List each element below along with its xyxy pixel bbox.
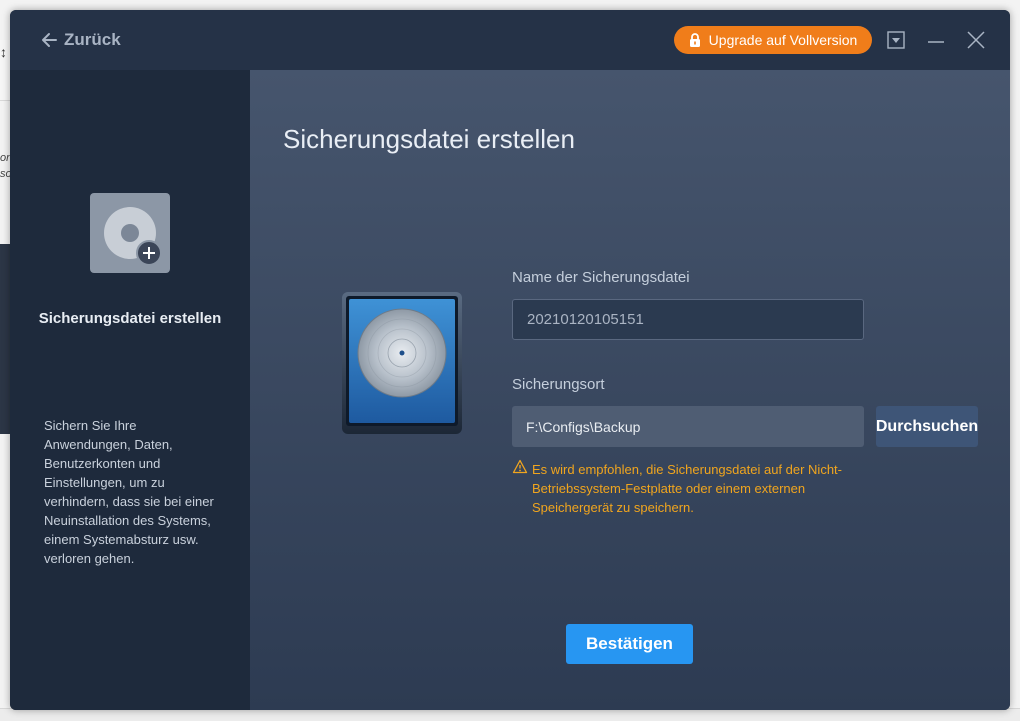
- backup-file-icon: [90, 193, 170, 273]
- dropdown-icon[interactable]: [886, 30, 906, 50]
- back-button[interactable]: Zurück: [40, 28, 121, 52]
- sidebar-title: Sicherungsdatei erstellen: [38, 310, 222, 327]
- title-bar: Zurück Upgrade auf Vollversion: [10, 10, 1010, 70]
- upgrade-label: Upgrade auf Vollversion: [708, 32, 858, 48]
- backup-name-label: Name der Sicherungsdatei: [512, 269, 690, 286]
- backup-name-input[interactable]: [512, 299, 864, 340]
- close-icon[interactable]: [966, 30, 986, 50]
- main-content: Sicherungsdatei erstellen Name der Siche…: [250, 70, 1010, 710]
- warning-text: Es wird empfohlen, die Sicherungsdatei a…: [532, 462, 842, 515]
- backup-location-label: Sicherungsort: [512, 376, 605, 393]
- disk-icon: [342, 292, 462, 434]
- back-arrow-icon: [42, 33, 57, 47]
- confirm-button[interactable]: Bestätigen: [566, 624, 693, 664]
- background-panel: [0, 244, 10, 434]
- warning-icon: [512, 459, 528, 474]
- sidebar-description: Sichern Sie Ihre Anwendungen, Daten, Ben…: [44, 418, 214, 566]
- browse-button[interactable]: Durchsuchen: [876, 406, 978, 447]
- backup-dialog-window: Zurück Upgrade auf Vollversion Sicherung…: [10, 10, 1010, 710]
- upgrade-button[interactable]: Upgrade auf Vollversion: [674, 26, 872, 54]
- lock-icon: [689, 32, 700, 47]
- minimize-icon[interactable]: [926, 30, 946, 50]
- sidebar: Sicherungsdatei erstellen Sichern Sie Ih…: [10, 70, 250, 710]
- back-label: Zurück: [64, 30, 121, 49]
- backup-location-input[interactable]: [512, 406, 864, 447]
- page-title: Sicherungsdatei erstellen: [283, 124, 575, 154]
- background-sort-icon: ↕: [0, 44, 7, 60]
